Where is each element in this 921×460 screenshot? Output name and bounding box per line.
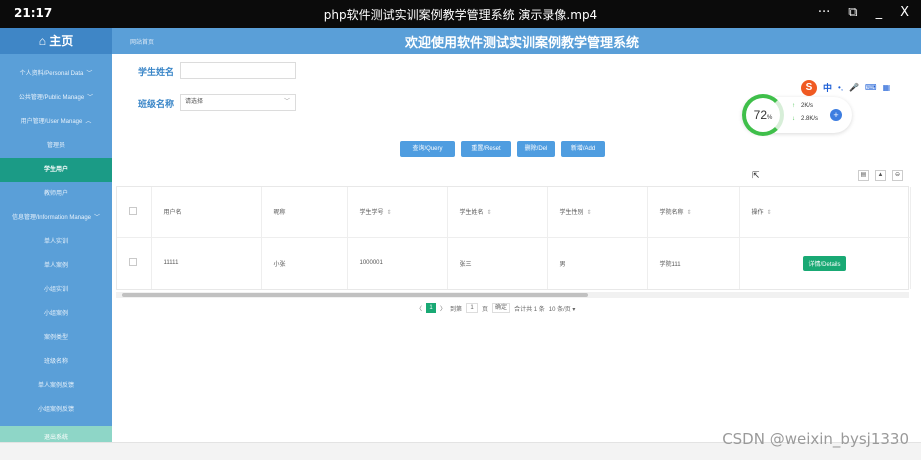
table-row: 11111 小张 1000001 张三 男 学院111 详情/Details	[117, 237, 911, 289]
punctuation-icon[interactable]: •,	[838, 83, 843, 92]
header-gender[interactable]: 学生性别 ⇕	[547, 187, 648, 238]
player-titlebar: 21:17 php软件测试实训案例教学管理系统 演示录像.mp4 ··· ⧉ _…	[0, 0, 921, 28]
select-all-checkbox[interactable]	[129, 206, 137, 215]
data-table: 用户名 昵称 学生学号 ⇕ 学生姓名 ⇕ 学生性别 ⇕ 学院名称 ⇕ 操作 ⇕ 11111…	[116, 186, 911, 290]
header-username: 用户名	[151, 187, 262, 238]
row-select-cell	[117, 237, 152, 289]
sidebar: ⌂ 主页 个人资料/Personal Data ﹀ 公共管理/Public Man…	[0, 28, 112, 460]
arrow-down-icon: ↓	[792, 116, 795, 122]
cell-username: 11111	[151, 237, 262, 289]
reset-button[interactable]: 重置/Reset	[461, 141, 511, 157]
class-name-select-value: 请选择	[185, 99, 204, 105]
cell-nickname: 小张	[261, 237, 348, 289]
table-header-row: 用户名 昵称 学生学号 ⇕ 学生姓名 ⇕ 学生性别 ⇕ 学院名称 ⇕ 操作 ⇕	[117, 187, 911, 238]
details-button[interactable]: 详情/Details	[803, 255, 846, 271]
cell-student-no: 1000001	[347, 237, 448, 289]
page-title: 欢迎使用软件测试实训案例教学管理系统	[404, 35, 639, 50]
sidebar-item-case-type[interactable]: 案例类型	[0, 326, 112, 350]
goto-label: 到第	[450, 306, 463, 313]
more-icon[interactable]: ···	[818, 5, 830, 20]
video-title: php软件测试实训案例教学管理系统 演示录像.mp4	[323, 8, 598, 22]
sidebar-item-class-name[interactable]: 班级名称	[0, 350, 112, 374]
sidebar-item-group-feedback[interactable]: 小组案例反馈	[0, 398, 112, 422]
cell-gender: 男	[547, 237, 648, 289]
add-button[interactable]: 新增/Add	[561, 141, 605, 157]
sidebar-item-group-training[interactable]: 小组实训	[0, 278, 112, 302]
sidebar-item-user-manage[interactable]: 用户管理/User Manage ︿	[0, 110, 112, 134]
sidebar-item-student-users[interactable]: 学生用户	[0, 158, 112, 182]
header-student-no[interactable]: 学生学号 ⇕	[347, 187, 448, 238]
chevron-down-icon: ﹀	[87, 95, 94, 101]
breadcrumb[interactable]: 网站首页	[130, 37, 154, 46]
header-banner: 网站首页 欢迎使用软件测试实训案例教学管理系统	[112, 28, 921, 54]
print-icon[interactable]: ⊖	[892, 170, 903, 181]
sidebar-item-public-manage[interactable]: 公共管理/Public Manage ﹀	[0, 86, 112, 110]
query-button[interactable]: 查询/Query	[400, 141, 455, 157]
sidebar-item-single-feedback[interactable]: 单人案例反馈	[0, 374, 112, 398]
sort-icon[interactable]: ⇕	[387, 210, 392, 216]
microphone-icon[interactable]: 🎤	[849, 83, 859, 92]
sidebar-item-information-manage[interactable]: 信息管理/Information Manage ﹀	[0, 206, 112, 230]
sidebar-item-personal-data[interactable]: 个人资料/Personal Data ﹀	[0, 62, 112, 86]
header-nickname: 昵称	[261, 187, 348, 238]
page-size-select[interactable]: 10 条/页 ▾	[549, 304, 576, 313]
sort-icon[interactable]: ⇕	[587, 210, 592, 216]
watermark: CSDN @weixin_bysj1330	[722, 430, 909, 448]
columns-icon[interactable]: ▤	[858, 170, 869, 181]
ime-toolbar: S 中 •, 🎤 ⌨ ▦	[801, 79, 913, 96]
ime-language-toggle[interactable]: 中	[823, 81, 832, 94]
sort-icon[interactable]: ⇕	[487, 210, 492, 216]
scrollbar-thumb[interactable]	[122, 293, 588, 297]
row-checkbox[interactable]	[129, 258, 137, 267]
class-name-select[interactable]: 请选择 ﹀	[180, 94, 296, 111]
chevron-down-icon: ﹀	[86, 71, 93, 77]
sort-icon[interactable]: ⇕	[687, 210, 692, 216]
arrow-up-icon: ↑	[792, 103, 795, 109]
sidebar-item-single-case[interactable]: 单人案例	[0, 254, 112, 278]
sidebar-item-teacher-users[interactable]: 教师用户	[0, 182, 112, 206]
cell-student-name: 张三	[447, 237, 548, 289]
keyboard-icon[interactable]: ⌨	[865, 83, 877, 92]
chevron-down-icon: ﹀	[94, 215, 101, 221]
header-student-name[interactable]: 学生姓名 ⇕	[447, 187, 548, 238]
minimize-button[interactable]: _	[876, 5, 883, 20]
prev-page-button[interactable]: 〈	[416, 304, 422, 313]
mouse-cursor-icon: ⇱	[752, 170, 760, 180]
upload-speed: ↑ 2K/s	[792, 103, 814, 109]
delete-button[interactable]: 删除/Del	[517, 141, 555, 157]
page-unit-label: 页	[482, 306, 489, 313]
student-name-label: 学生姓名	[138, 67, 175, 77]
goto-page-input[interactable]: 1	[466, 303, 479, 313]
total-count: 合计共 1 条	[514, 306, 545, 313]
cell-actions: 详情/Details	[739, 237, 911, 289]
boost-icon[interactable]: +	[830, 109, 842, 121]
download-speed: ↓ 2.8K/s	[792, 116, 819, 122]
memory-usage-ring: 72%	[742, 94, 784, 136]
sidebar-item-single-training[interactable]: 单人实训	[0, 230, 112, 254]
picture-in-picture-icon[interactable]: ⧉	[848, 5, 857, 20]
select-all-cell	[117, 187, 152, 238]
header-college[interactable]: 学院名称 ⇕	[647, 187, 740, 238]
student-name-input[interactable]	[180, 62, 296, 79]
sidebar-item-admin[interactable]: 管理员	[0, 134, 112, 158]
chevron-down-icon: ﹀	[283, 99, 290, 105]
sidebar-item-group-case[interactable]: 小组案例	[0, 302, 112, 326]
sort-icon[interactable]: ⇕	[767, 210, 772, 216]
window-controls: ··· ⧉ _ X	[818, 5, 909, 20]
pagination: 〈 1 〉 到第 1 页 确定 合计共 1 条 10 条/页 ▾	[416, 302, 575, 314]
header-actions[interactable]: 操作 ⇕	[739, 187, 911, 238]
table-horizontal-scrollbar[interactable]	[116, 292, 909, 298]
sogou-logo-icon[interactable]: S	[801, 79, 817, 96]
chevron-up-icon: ︿	[85, 119, 92, 125]
page-1-button[interactable]: 1	[426, 303, 437, 313]
goto-confirm-button[interactable]: 确定	[492, 303, 511, 313]
export-icon[interactable]: ▲	[875, 170, 886, 181]
next-page-button[interactable]: 〉	[440, 304, 446, 313]
cell-college: 学院111	[647, 237, 740, 289]
close-button[interactable]: X	[900, 5, 909, 20]
network-speed-widget[interactable]: 72% ↑ 2K/s ↓ 2.8K/s +	[742, 94, 852, 136]
grid-icon[interactable]: ▦	[883, 83, 891, 92]
class-name-label: 班级名称	[138, 99, 175, 109]
sidebar-home[interactable]: ⌂ 主页	[0, 28, 112, 54]
